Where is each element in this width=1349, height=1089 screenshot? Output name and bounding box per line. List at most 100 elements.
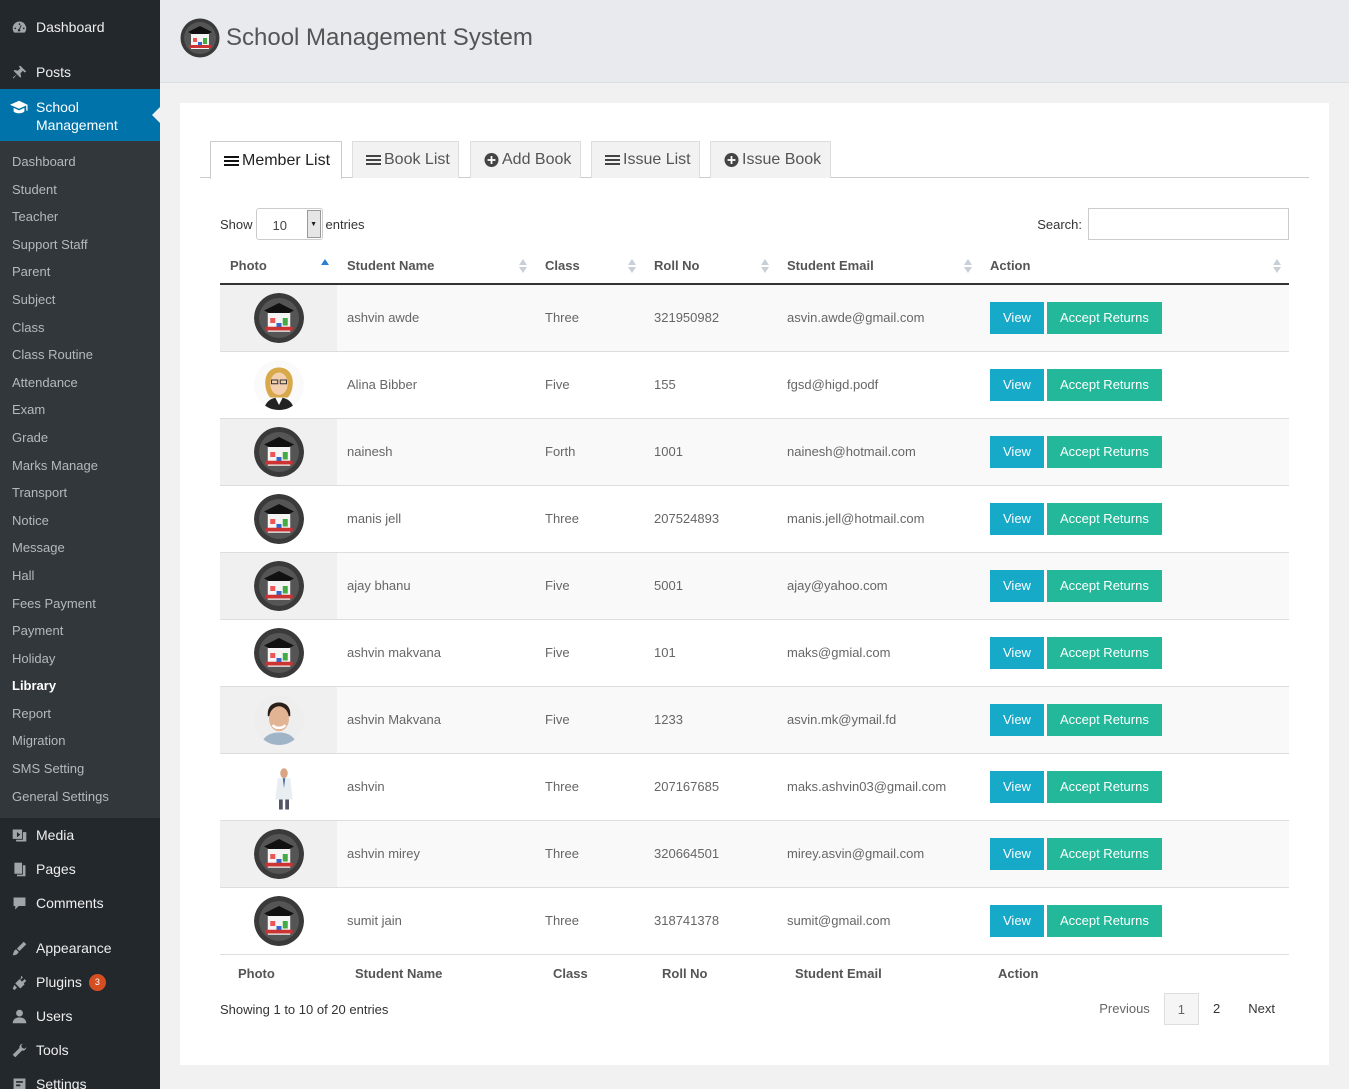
view-button[interactable]: View	[990, 703, 1044, 736]
column-header-student-name[interactable]: Student Name	[337, 248, 535, 285]
search-input[interactable]	[1088, 208, 1289, 240]
submenu-item-hall[interactable]: Hall	[0, 562, 160, 590]
menu-comments[interactable]: Comments	[0, 886, 160, 920]
column-label: Photo	[230, 258, 267, 273]
menu-pages[interactable]: Pages	[0, 852, 160, 886]
school-submenu: Dashboard Student Teacher Support Staff …	[0, 141, 160, 818]
submenu-item-sms-setting[interactable]: SMS Setting	[0, 755, 160, 783]
tab-label: Issue Book	[742, 151, 822, 168]
footer-roll-no: Roll No	[644, 953, 777, 992]
student-email: maks.ashvin03@gmail.com	[777, 753, 980, 821]
student-email: maks@gmial.com	[777, 619, 980, 687]
submenu-item-support-staff[interactable]: Support Staff	[0, 231, 160, 259]
column-label: Class	[545, 258, 580, 273]
accept-returns-button[interactable]: Accept Returns	[1046, 569, 1162, 602]
submenu-item-holiday[interactable]: Holiday	[0, 645, 160, 673]
submenu-item-migration[interactable]: Migration	[0, 727, 160, 755]
roll-no: 207524893	[644, 485, 777, 553]
list-icon	[366, 153, 381, 167]
menu-settings[interactable]: Settings	[0, 1067, 160, 1089]
submenu-item-class[interactable]: Class	[0, 314, 160, 342]
submenu-item-dashboard[interactable]: Dashboard	[0, 148, 160, 176]
accept-returns-button[interactable]: Accept Returns	[1046, 904, 1162, 937]
menu-label: Users	[36, 1008, 73, 1024]
submenu-item-attendance[interactable]: Attendance	[0, 369, 160, 397]
submenu-item-teacher[interactable]: Teacher	[0, 203, 160, 231]
menu-tools[interactable]: Tools	[0, 1033, 160, 1067]
accept-returns-button[interactable]: Accept Returns	[1046, 703, 1162, 736]
column-header-student-email[interactable]: Student Email	[777, 248, 980, 285]
view-button[interactable]: View	[990, 636, 1044, 669]
view-button[interactable]: View	[990, 904, 1044, 937]
submenu-item-library[interactable]: Library	[0, 672, 160, 700]
submenu-item-marks-manage[interactable]: Marks Manage	[0, 452, 160, 480]
woman-photo-avatar	[253, 359, 304, 410]
view-button[interactable]: View	[990, 770, 1044, 803]
student-class: Forth	[535, 418, 644, 486]
submenu-item-grade[interactable]: Grade	[0, 424, 160, 452]
pagination-page-1[interactable]: 1	[1163, 993, 1200, 1025]
menu-dashboard[interactable]: Dashboard	[0, 10, 160, 44]
menu-media[interactable]: Media	[0, 818, 160, 852]
tools-icon	[10, 1041, 28, 1059]
student-email: fgsd@higd.podf	[777, 351, 980, 419]
search-label: Search:	[1037, 216, 1082, 232]
view-button[interactable]: View	[990, 368, 1044, 401]
submenu-item-general-settings[interactable]: General Settings	[0, 783, 160, 811]
menu-posts[interactable]: Posts	[0, 55, 160, 89]
column-header-action[interactable]: Action	[980, 248, 1289, 285]
column-header-class[interactable]: Class	[535, 248, 644, 285]
tab-book-list[interactable]: Book List	[352, 141, 459, 178]
menu-plugins[interactable]: Plugins 3	[0, 965, 160, 999]
accept-returns-button[interactable]: Accept Returns	[1046, 636, 1162, 669]
accept-returns-button[interactable]: Accept Returns	[1046, 770, 1162, 803]
action-cell: View Accept Returns	[980, 351, 1289, 419]
menu-appearance[interactable]: Appearance	[0, 931, 160, 965]
view-button[interactable]: View	[990, 502, 1044, 535]
submenu-item-student[interactable]: Student	[0, 176, 160, 204]
submenu-item-subject[interactable]: Subject	[0, 286, 160, 314]
tab-label: Book List	[384, 151, 450, 168]
view-button[interactable]: View	[990, 569, 1044, 602]
roll-no: 155	[644, 351, 777, 419]
accept-returns-button[interactable]: Accept Returns	[1046, 368, 1162, 401]
view-button[interactable]: View	[990, 435, 1044, 468]
submenu-item-report[interactable]: Report	[0, 700, 160, 728]
submenu-item-fees-payment[interactable]: Fees Payment	[0, 590, 160, 618]
list-icon	[605, 153, 620, 167]
tab-issue-list[interactable]: Issue List	[591, 141, 700, 178]
submenu-item-notice[interactable]: Notice	[0, 507, 160, 535]
entries-select[interactable]: 10 ▼	[255, 208, 323, 240]
submenu-item-class-routine[interactable]: Class Routine	[0, 341, 160, 369]
column-header-roll-no[interactable]: Roll No	[644, 248, 777, 285]
submenu-item-parent[interactable]: Parent	[0, 258, 160, 286]
tab-member-list[interactable]: Member List	[210, 141, 342, 179]
accept-returns-button[interactable]: Accept Returns	[1046, 301, 1162, 334]
submenu-item-transport[interactable]: Transport	[0, 479, 160, 507]
school-logo-avatar	[253, 426, 304, 477]
student-name: ashvin mirey	[337, 820, 535, 888]
student-name: nainesh	[337, 418, 535, 486]
view-button[interactable]: View	[990, 837, 1044, 870]
menu-school-management[interactable]: School Management	[0, 89, 160, 141]
view-button[interactable]: View	[990, 301, 1044, 334]
submenu-item-payment[interactable]: Payment	[0, 617, 160, 645]
pagination-next[interactable]: Next	[1234, 993, 1289, 1025]
plus-circle-icon	[724, 153, 739, 167]
tab-add-book[interactable]: Add Book	[470, 141, 581, 178]
menu-users[interactable]: Users	[0, 999, 160, 1033]
show-label: Show	[220, 216, 253, 232]
pagination-previous[interactable]: Previous	[1085, 993, 1164, 1025]
accept-returns-button[interactable]: Accept Returns	[1046, 435, 1162, 468]
photo-cell	[220, 418, 337, 486]
submenu-item-message[interactable]: Message	[0, 534, 160, 562]
tab-issue-book[interactable]: Issue Book	[710, 141, 831, 178]
accept-returns-button[interactable]: Accept Returns	[1046, 837, 1162, 870]
table-search: Search:	[1037, 208, 1289, 240]
column-header-photo[interactable]: Photo	[220, 248, 337, 285]
accept-returns-button[interactable]: Accept Returns	[1046, 502, 1162, 535]
pagination-page-2[interactable]: 2	[1199, 993, 1234, 1025]
school-logo-icon	[180, 18, 220, 58]
student-name: Alina Bibber	[337, 351, 535, 419]
submenu-item-exam[interactable]: Exam	[0, 396, 160, 424]
